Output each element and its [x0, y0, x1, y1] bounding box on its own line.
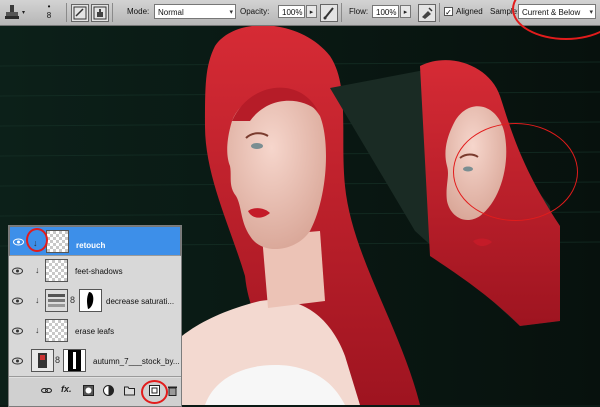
opacity-label: Opacity: — [240, 7, 270, 16]
mask-link-icon[interactable]: 8 — [55, 355, 60, 365]
layer-name[interactable]: retouch — [76, 238, 105, 253]
opacity-slider-button[interactable]: ▸ — [306, 5, 317, 18]
clipping-arrow-icon: ↓ — [35, 295, 40, 305]
layer-erase-leafs[interactable]: ↓ erase leafs — [9, 316, 181, 347]
annotation-circle-clip-arrow — [26, 228, 48, 252]
mode-label: Mode: — [127, 7, 150, 16]
layer-name[interactable]: autumn_7___stock_by... — [93, 357, 180, 366]
opacity-input[interactable]: 100% — [278, 5, 305, 18]
annotation-circle-new-layer — [141, 380, 168, 404]
flow-slider-button[interactable]: ▸ — [400, 5, 411, 18]
layer-autumn-stock[interactable]: 8 autumn_7___stock_by... — [9, 346, 181, 377]
delete-layer-icon[interactable] — [167, 385, 178, 396]
flow-input[interactable]: 100% — [372, 5, 399, 18]
blend-mode-value: Normal — [158, 8, 184, 17]
blend-mode-select[interactable]: Normal ▾ — [154, 4, 236, 19]
eye-icon[interactable] — [10, 346, 25, 376]
clone-source-panel-toggle-icon[interactable] — [91, 4, 109, 22]
layer-decrease-saturation[interactable]: ↓ 8 decrease saturati... — [9, 286, 181, 317]
adjustment-layer-icon[interactable] — [103, 385, 114, 396]
layer-mask-thumbnail — [79, 289, 102, 312]
options-bar: ▾ • 8 Mode: Normal ▾ Opacity: 100% ▸ Flo… — [0, 0, 600, 26]
hue-saturation-adjustment-icon — [45, 289, 68, 312]
layer-name[interactable]: decrease saturati... — [106, 297, 174, 306]
annotation-circle-face — [453, 123, 578, 221]
toolbar-divider — [439, 3, 440, 22]
clone-stamp-tool-icon[interactable] — [3, 3, 21, 21]
layer-name[interactable]: erase leafs — [75, 327, 114, 336]
clipping-arrow-icon: ↓ — [35, 265, 40, 275]
layer-thumbnail — [45, 319, 68, 342]
eye-icon[interactable] — [11, 227, 26, 257]
link-layers-icon[interactable] — [41, 385, 52, 396]
pressure-opacity-icon[interactable] — [320, 4, 338, 22]
layer-feet-shadows[interactable]: ↓ feet-shadows — [9, 256, 181, 287]
eye-icon[interactable] — [10, 286, 25, 316]
toolbar-divider — [341, 3, 342, 22]
brush-preset-picker[interactable]: • 8 — [36, 2, 62, 23]
eye-icon[interactable] — [10, 256, 25, 286]
image-thumbnail — [31, 349, 54, 372]
chevron-down-icon: ▾ — [229, 9, 233, 16]
add-mask-icon[interactable] — [83, 385, 94, 396]
layer-thumbnail — [45, 259, 68, 282]
brush-tip-icon: • — [47, 2, 51, 11]
airbrush-icon[interactable] — [418, 4, 436, 22]
brush-size: 8 — [46, 11, 52, 20]
brush-panel-toggle-icon[interactable] — [71, 4, 89, 22]
fx-icon[interactable]: fx. — [61, 384, 72, 395]
new-group-icon[interactable] — [124, 385, 135, 396]
toolbar-divider — [112, 3, 113, 22]
flow-label: Flow: — [349, 7, 369, 16]
toolbar-divider — [66, 3, 67, 22]
layer-name[interactable]: feet-shadows — [75, 267, 123, 276]
layer-mask-thumbnail — [63, 349, 86, 372]
clipping-arrow-icon: ↓ — [35, 325, 40, 335]
tool-preset-dropdown-icon[interactable]: ▾ — [22, 9, 25, 16]
eye-icon[interactable] — [10, 316, 25, 346]
aligned-checkbox[interactable]: ✓ — [444, 7, 453, 17]
layer-thumbnail — [46, 230, 69, 253]
mask-link-icon[interactable]: 8 — [70, 295, 75, 305]
aligned-label: Aligned — [456, 7, 483, 16]
